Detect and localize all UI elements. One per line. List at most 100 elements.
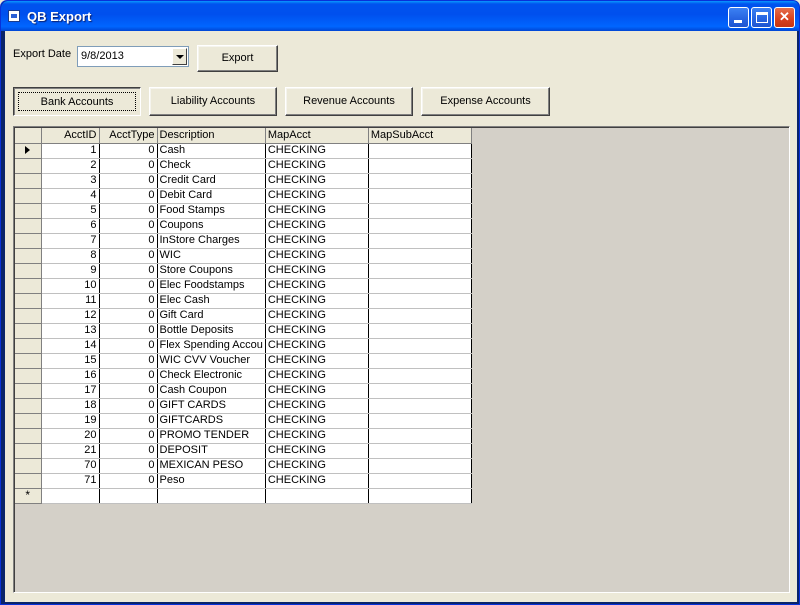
table-row[interactable]: 71 0 Peso CHECKING	[15, 473, 472, 489]
mapsubacct-cell[interactable]	[368, 308, 472, 324]
mapacct-cell[interactable]: CHECKING	[265, 263, 369, 279]
acctid-cell[interactable]: 12	[41, 308, 100, 324]
accttype-cell[interactable]: 0	[99, 428, 158, 444]
table-row[interactable]: 14 0 Flex Spending Accou CHECKING	[15, 338, 472, 354]
export-date-picker[interactable]: 9/8/2013	[77, 46, 189, 67]
accounts-table[interactable]: AcctID AcctType Description MapAcct MapS…	[15, 128, 472, 504]
acctid-cell[interactable]: 15	[41, 353, 100, 369]
row-selector[interactable]	[15, 413, 42, 429]
mapacct-cell[interactable]: CHECKING	[265, 173, 369, 189]
acctid-cell[interactable]: 21	[41, 443, 100, 459]
mapacct-cell[interactable]: CHECKING	[265, 413, 369, 429]
acctid-cell[interactable]: 14	[41, 338, 100, 354]
row-selector[interactable]	[15, 293, 42, 309]
mapsubacct-cell[interactable]	[368, 428, 472, 444]
mapsubacct-cell[interactable]	[368, 248, 472, 264]
mapacct-cell[interactable]: CHECKING	[265, 143, 369, 159]
mapsubacct-cell[interactable]	[368, 218, 472, 234]
new-record-cell[interactable]	[368, 488, 472, 504]
mapacct-cell[interactable]: CHECKING	[265, 368, 369, 384]
accttype-cell[interactable]: 0	[99, 278, 158, 294]
row-selector[interactable]	[15, 338, 42, 354]
row-selector[interactable]	[15, 428, 42, 444]
column-header-mapacct[interactable]: MapAcct	[265, 128, 369, 144]
acctid-cell[interactable]: 6	[41, 218, 100, 234]
table-row[interactable]: 70 0 MEXICAN PESO CHECKING	[15, 458, 472, 474]
description-cell[interactable]: WIC	[157, 248, 266, 264]
accttype-cell[interactable]: 0	[99, 413, 158, 429]
description-cell[interactable]: Gift Card	[157, 308, 266, 324]
new-record-cell[interactable]	[265, 488, 369, 504]
row-selector[interactable]	[15, 143, 42, 159]
mapsubacct-cell[interactable]	[368, 173, 472, 189]
row-selector[interactable]	[15, 203, 42, 219]
mapacct-cell[interactable]: CHECKING	[265, 323, 369, 339]
table-row[interactable]: 17 0 Cash Coupon CHECKING	[15, 383, 472, 399]
tab-expense-accounts[interactable]: Expense Accounts	[421, 87, 550, 116]
accttype-cell[interactable]: 0	[99, 458, 158, 474]
table-row[interactable]: 2 0 Check CHECKING	[15, 158, 472, 174]
acctid-cell[interactable]: 3	[41, 173, 100, 189]
description-cell[interactable]: GIFTCARDS	[157, 413, 266, 429]
acctid-cell[interactable]: 5	[41, 203, 100, 219]
mapsubacct-cell[interactable]	[368, 158, 472, 174]
new-record-row[interactable]: *	[15, 488, 472, 504]
maximize-button[interactable]	[751, 7, 772, 28]
mapacct-cell[interactable]: CHECKING	[265, 353, 369, 369]
table-row[interactable]: 20 0 PROMO TENDER CHECKING	[15, 428, 472, 444]
tab-bank-accounts[interactable]: Bank Accounts	[13, 87, 141, 116]
acctid-cell[interactable]: 4	[41, 188, 100, 204]
acctid-cell[interactable]: 11	[41, 293, 100, 309]
row-selector[interactable]	[15, 173, 42, 189]
table-row[interactable]: 4 0 Debit Card CHECKING	[15, 188, 472, 204]
new-record-selector[interactable]: *	[15, 488, 42, 504]
mapsubacct-cell[interactable]	[368, 278, 472, 294]
acctid-cell[interactable]: 13	[41, 323, 100, 339]
table-row[interactable]: 7 0 InStore Charges CHECKING	[15, 233, 472, 249]
mapsubacct-cell[interactable]	[368, 458, 472, 474]
new-record-cell[interactable]	[157, 488, 266, 504]
mapsubacct-cell[interactable]	[368, 203, 472, 219]
mapsubacct-cell[interactable]	[368, 233, 472, 249]
description-cell[interactable]: Peso	[157, 473, 266, 489]
table-row[interactable]: 15 0 WIC CVV Voucher CHECKING	[15, 353, 472, 369]
row-selector[interactable]	[15, 278, 42, 294]
acctid-cell[interactable]: 9	[41, 263, 100, 279]
row-selector[interactable]	[15, 458, 42, 474]
column-header-description[interactable]: Description	[157, 128, 266, 144]
description-cell[interactable]: Store Coupons	[157, 263, 266, 279]
accttype-cell[interactable]: 0	[99, 218, 158, 234]
accttype-cell[interactable]: 0	[99, 173, 158, 189]
column-header-mapsubacct[interactable]: MapSubAcct	[368, 128, 472, 144]
mapacct-cell[interactable]: CHECKING	[265, 443, 369, 459]
accttype-cell[interactable]: 0	[99, 338, 158, 354]
mapsubacct-cell[interactable]	[368, 398, 472, 414]
mapacct-cell[interactable]: CHECKING	[265, 248, 369, 264]
accttype-cell[interactable]: 0	[99, 383, 158, 399]
acctid-cell[interactable]: 20	[41, 428, 100, 444]
description-cell[interactable]: Cash	[157, 143, 266, 159]
acctid-cell[interactable]: 8	[41, 248, 100, 264]
row-selector[interactable]	[15, 188, 42, 204]
mapacct-cell[interactable]: CHECKING	[265, 473, 369, 489]
row-selector[interactable]	[15, 383, 42, 399]
mapacct-cell[interactable]: CHECKING	[265, 233, 369, 249]
new-record-cell[interactable]	[99, 488, 158, 504]
description-cell[interactable]: Elec Foodstamps	[157, 278, 266, 294]
mapacct-cell[interactable]: CHECKING	[265, 458, 369, 474]
new-record-cell[interactable]	[41, 488, 100, 504]
description-cell[interactable]: Elec Cash	[157, 293, 266, 309]
description-cell[interactable]: Cash Coupon	[157, 383, 266, 399]
acctid-cell[interactable]: 71	[41, 473, 100, 489]
close-button[interactable]: ✕	[774, 7, 795, 28]
description-cell[interactable]: Check Electronic	[157, 368, 266, 384]
mapsubacct-cell[interactable]	[368, 413, 472, 429]
mapsubacct-cell[interactable]	[368, 338, 472, 354]
row-selector[interactable]	[15, 263, 42, 279]
table-row[interactable]: 13 0 Bottle Deposits CHECKING	[15, 323, 472, 339]
table-row[interactable]: 9 0 Store Coupons CHECKING	[15, 263, 472, 279]
tab-revenue-accounts[interactable]: Revenue Accounts	[285, 87, 413, 116]
mapacct-cell[interactable]: CHECKING	[265, 203, 369, 219]
row-selector[interactable]	[15, 443, 42, 459]
accttype-cell[interactable]: 0	[99, 398, 158, 414]
